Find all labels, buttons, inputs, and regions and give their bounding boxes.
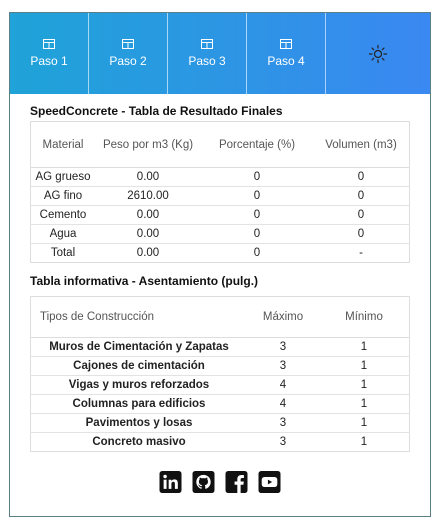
cell-minimo: 1 (319, 356, 410, 376)
tab-label: Paso 1 (30, 54, 68, 68)
column-header: Volumen (m3) (313, 121, 410, 168)
tab-label: Paso 4 (267, 54, 305, 68)
cell-maximo: 3 (247, 432, 319, 452)
table-row: Concreto masivo 3 1 (30, 432, 410, 452)
info-table: Tipos de Construcción Máximo Mínimo Muro… (30, 296, 410, 452)
cell-porcentaje: 0 (201, 243, 313, 263)
table-header-row: Material Peso por m3 (Kg) Porcentaje (%)… (30, 121, 410, 168)
table-row: Total 0.00 0 - (30, 243, 410, 263)
linkedin-icon[interactable] (159, 471, 182, 493)
table-row: Columnas para edificios 4 1 (30, 394, 410, 414)
cell-tipo: Concreto masivo (30, 432, 247, 452)
cell-minimo: 1 (319, 337, 410, 357)
column-header: Tipos de Construcción (30, 296, 247, 338)
tab-paso-3[interactable]: Paso 3 (168, 13, 247, 94)
cell-porcentaje: 0 (201, 205, 313, 225)
cell-tipo: Muros de Cimentación y Zapatas (30, 337, 247, 357)
cell-material: AG grueso (30, 167, 95, 187)
cell-material: Agua (30, 224, 95, 244)
cell-porcentaje: 0 (201, 224, 313, 244)
cell-volumen: 0 (313, 186, 410, 206)
sun-icon (368, 44, 388, 63)
cell-peso: 2610.00 (95, 186, 201, 206)
cell-minimo: 1 (319, 375, 410, 395)
table-row: Agua 0.00 0 0 (30, 224, 410, 244)
results-title: SpeedConcrete - Tabla de Resultado Final… (30, 104, 283, 118)
tab-paso-1[interactable]: Paso 1 (10, 13, 89, 94)
cell-minimo: 1 (319, 413, 410, 433)
social-links (10, 471, 430, 493)
github-icon[interactable] (192, 471, 215, 493)
cell-peso: 0.00 (95, 205, 201, 225)
tab-label: Paso 3 (188, 54, 226, 68)
table-row: Cemento 0.00 0 0 (30, 205, 410, 225)
cell-peso: 0.00 (95, 224, 201, 244)
cell-peso: 0.00 (95, 167, 201, 187)
facebook-icon[interactable] (225, 471, 248, 493)
theme-toggle-button[interactable] (326, 13, 430, 94)
cell-porcentaje: 0 (201, 186, 313, 206)
cell-porcentaje: 0 (201, 167, 313, 187)
cell-material: Cemento (30, 205, 95, 225)
table-row: Muros de Cimentación y Zapatas 3 1 (30, 337, 410, 357)
table-row: Cajones de cimentación 3 1 (30, 356, 410, 376)
cell-tipo: Vigas y muros reforzados (30, 375, 247, 395)
app-frame: Paso 1 Paso 2 Paso 3 Paso 4 SpeedConcret… (9, 12, 431, 517)
cell-volumen: 0 (313, 224, 410, 244)
results-table: Material Peso por m3 (Kg) Porcentaje (%)… (30, 121, 410, 263)
cell-tipo: Columnas para edificios (30, 394, 247, 414)
cell-maximo: 4 (247, 375, 319, 395)
table-icon (201, 39, 213, 49)
cell-volumen: - (313, 243, 410, 263)
table-icon (43, 39, 55, 49)
youtube-icon[interactable] (258, 471, 281, 493)
table-header-row: Tipos de Construcción Máximo Mínimo (30, 296, 410, 338)
tab-paso-2[interactable]: Paso 2 (89, 13, 168, 94)
column-header: Máximo (247, 296, 319, 338)
cell-maximo: 3 (247, 413, 319, 433)
cell-tipo: Pavimentos y losas (30, 413, 247, 433)
table-icon (280, 39, 292, 49)
cell-maximo: 3 (247, 356, 319, 376)
info-title: Tabla informativa - Asentamiento (pulg.) (30, 274, 259, 288)
tab-paso-4[interactable]: Paso 4 (247, 13, 326, 94)
cell-volumen: 0 (313, 167, 410, 187)
cell-tipo: Cajones de cimentación (30, 356, 247, 376)
cell-material: AG fino (30, 186, 95, 206)
table-row: AG fino 2610.00 0 0 (30, 186, 410, 206)
cell-material: Total (30, 243, 95, 263)
column-header: Mínimo (319, 296, 410, 338)
tab-label: Paso 2 (109, 54, 147, 68)
step-nav: Paso 1 Paso 2 Paso 3 Paso 4 (10, 13, 430, 94)
table-row: Pavimentos y losas 3 1 (30, 413, 410, 433)
table-row: Vigas y muros reforzados 4 1 (30, 375, 410, 395)
cell-minimo: 1 (319, 432, 410, 452)
column-header: Porcentaje (%) (201, 121, 313, 168)
table-row: AG grueso 0.00 0 0 (30, 167, 410, 187)
column-header: Peso por m3 (Kg) (95, 121, 201, 168)
cell-maximo: 3 (247, 337, 319, 357)
cell-minimo: 1 (319, 394, 410, 414)
column-header: Material (30, 121, 95, 168)
cell-peso: 0.00 (95, 243, 201, 263)
cell-volumen: 0 (313, 205, 410, 225)
cell-maximo: 4 (247, 394, 319, 414)
table-icon (122, 39, 134, 49)
